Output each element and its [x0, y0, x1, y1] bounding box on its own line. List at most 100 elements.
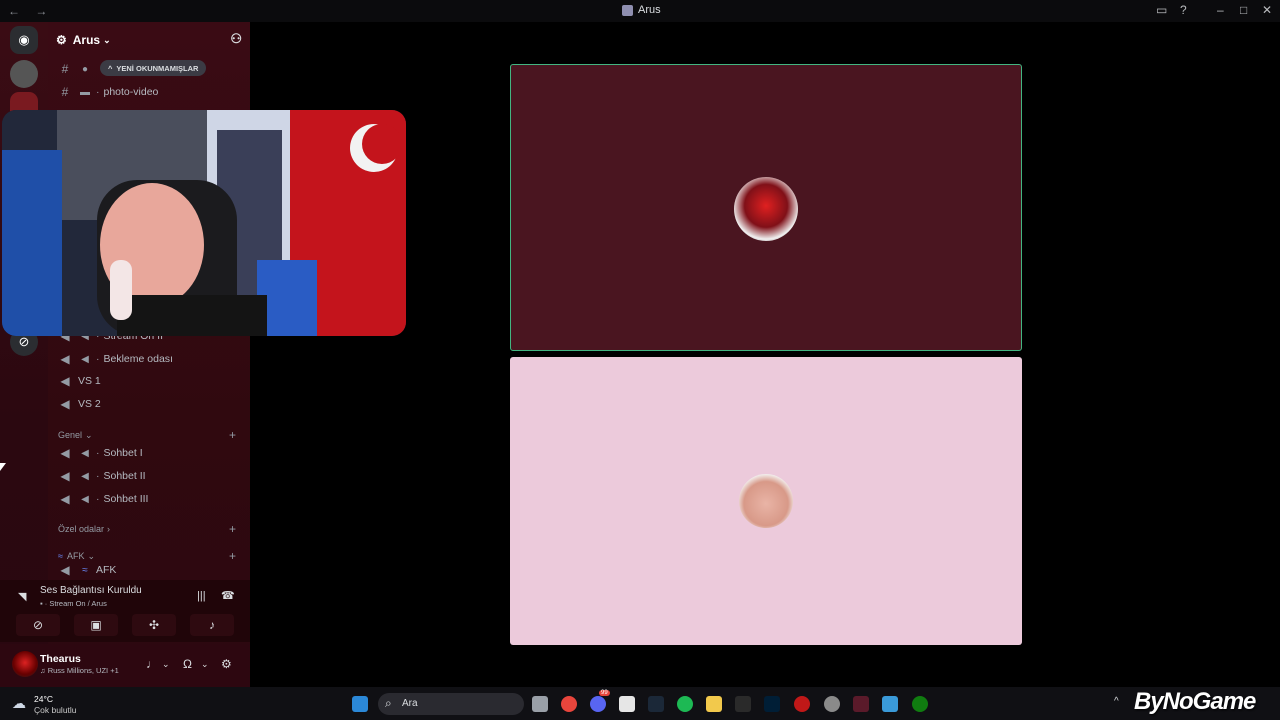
- user-panel: Thearus ♫ Russ Millions, UZI +1 ♩ ⌄ Ω ⌄ …: [0, 644, 250, 687]
- valorant-icon[interactable]: [853, 696, 869, 712]
- screen-share-icon: ▣: [90, 618, 102, 632]
- add-channel-icon[interactable]: +: [229, 428, 236, 442]
- separator-dot: ·: [96, 493, 100, 505]
- afk-icon: ≈: [82, 564, 88, 576]
- voice-channel-path: Stream On / Arus: [49, 599, 107, 608]
- category-afk[interactable]: ≈ AFK ⌄ +: [58, 549, 248, 563]
- file-explorer-icon[interactable]: [706, 696, 722, 712]
- discord-home-icon[interactable]: ◉: [10, 26, 38, 54]
- recording-app-icon[interactable]: [794, 696, 810, 712]
- signal-icon[interactable]: ◥: [18, 590, 26, 603]
- user-status-text: Russ Millions, UZI +1: [47, 666, 119, 675]
- chevron-down-icon: ⌄: [87, 550, 96, 561]
- epic-games-icon[interactable]: [735, 696, 751, 712]
- add-member-icon[interactable]: ⚇: [230, 31, 242, 47]
- inbox-icon[interactable]: ▭: [1156, 3, 1167, 17]
- help-icon[interactable]: ?: [1180, 3, 1187, 17]
- voice-status-subtitle[interactable]: ▪ · Stream On / Arus: [40, 599, 107, 608]
- user-status: ♫ Russ Millions, UZI +1: [40, 666, 119, 675]
- activities-button[interactable]: ✣: [132, 614, 176, 636]
- maximize-icon[interactable]: □: [1240, 3, 1247, 17]
- afk-icon: ≈: [58, 551, 63, 561]
- new-unreads-pill[interactable]: ^ YENİ OKUNMAMIŞLAR: [100, 60, 207, 76]
- steam-icon[interactable]: [648, 696, 664, 712]
- xbox-icon[interactable]: [912, 696, 928, 712]
- mouse-cursor: [0, 463, 6, 471]
- channel-name: photo-video: [103, 86, 159, 98]
- screen-share-button[interactable]: ▣: [74, 614, 118, 636]
- category-ozel[interactable]: Özel odalar › +: [58, 522, 248, 536]
- photoshop-icon[interactable]: [764, 696, 780, 712]
- capcut-icon[interactable]: [619, 696, 635, 712]
- add-channel-icon[interactable]: +: [229, 549, 236, 563]
- taskbar: ☁ 24°C Çok bulutlu ⌕ Ara 99 ^: [0, 687, 1280, 720]
- taskbar-search[interactable]: ⌕ Ara: [378, 693, 524, 715]
- hash-icon: #: [61, 85, 69, 99]
- weather-cloud-icon[interactable]: ☁: [12, 695, 26, 712]
- voice-channel[interactable]: ◀ ◀ · Bekleme odası: [58, 349, 248, 369]
- new-unreads-label: YENİ OKUNMAMIŞLAR: [116, 63, 199, 73]
- username: Thearus: [40, 653, 81, 665]
- window-title-text: Arus: [638, 4, 661, 16]
- channel-name: VS 1: [78, 375, 101, 387]
- webcam-feed-image: [2, 110, 406, 336]
- add-channel-icon[interactable]: +: [229, 522, 236, 536]
- camera-off-icon: ⊘: [32, 618, 44, 632]
- server-avatar[interactable]: [10, 60, 38, 88]
- noise-suppression-icon[interactable]: |||: [197, 590, 206, 602]
- photos-icon[interactable]: [882, 696, 898, 712]
- channel-name: AFK: [96, 564, 117, 576]
- category-label: Genel: [58, 430, 83, 440]
- close-icon[interactable]: ✕: [1262, 3, 1272, 17]
- voice-channel[interactable]: ◀ VS 2: [58, 394, 248, 414]
- voice-channel[interactable]: ◀ ◀ · Sohbet II: [58, 466, 248, 486]
- server-header[interactable]: ⚙ Arus ⌄ ⚇: [56, 30, 246, 50]
- voice-channel[interactable]: ◀ ◀ · Sohbet I: [58, 443, 248, 463]
- soundboard-button[interactable]: ♪: [190, 614, 234, 636]
- chrome-icon[interactable]: [561, 696, 577, 712]
- weather-description[interactable]: Çok bulutlu: [34, 705, 77, 715]
- window-titlebar: ← → Arus ▭ ? – □ ✕: [0, 0, 1280, 22]
- avatar: [739, 474, 793, 528]
- speaker-icon: ◀: [60, 492, 70, 506]
- spotify-icon[interactable]: [677, 696, 693, 712]
- soundboard-icon: ♪: [209, 618, 215, 632]
- text-channel[interactable]: # ▬ · photo-video: [58, 82, 248, 102]
- channel-name: Sohbet I: [103, 447, 143, 459]
- headphones-icon[interactable]: Ω: [183, 657, 192, 671]
- voice-channel[interactable]: ◀ VS 1: [58, 371, 248, 391]
- camera-toggle-button[interactable]: ⊘: [16, 614, 60, 636]
- voice-channel[interactable]: ◀ ◀ · Sohbet III: [58, 489, 248, 509]
- speaker-icon: ◀: [60, 564, 70, 576]
- weather-temperature[interactable]: 24°C: [34, 694, 53, 704]
- nav-arrows[interactable]: ← →: [8, 4, 53, 18]
- minimize-icon[interactable]: –: [1217, 3, 1224, 17]
- microphone-icon[interactable]: ♩: [146, 657, 158, 671]
- windows-start-icon[interactable]: [352, 696, 368, 712]
- voice-status-title: Ses Bağlantısı Kuruldu: [40, 585, 142, 596]
- participant-tile[interactable]: [510, 357, 1022, 645]
- separator-dot: ·: [96, 470, 100, 482]
- chevron-down-icon[interactable]: ⌄: [201, 659, 209, 670]
- category-label: Özel odalar: [58, 524, 105, 534]
- disconnect-icon[interactable]: ☎: [221, 589, 235, 602]
- speaker-icon: ◀: [60, 352, 70, 366]
- category-genel[interactable]: Genel ⌄ +: [58, 428, 248, 442]
- separator-dot: ·: [96, 86, 100, 98]
- channel-name: Sohbet III: [103, 493, 149, 505]
- speaker-icon: ◀: [60, 469, 70, 483]
- channel-name: Bekleme odası: [103, 353, 173, 365]
- voice-channel[interactable]: ◀ ≈ AFK: [58, 564, 248, 576]
- speaker-icon: ◀: [60, 374, 70, 388]
- discord-icon[interactable]: 99: [590, 690, 610, 712]
- chevron-down-icon[interactable]: ⌄: [162, 659, 170, 670]
- avatar[interactable]: [12, 651, 38, 677]
- settings-gear-icon[interactable]: ⚙: [221, 657, 232, 671]
- tray-chevron-up-icon[interactable]: ^: [1114, 696, 1119, 707]
- server-gear-icon: ⚙: [56, 33, 67, 47]
- task-view-icon[interactable]: [532, 696, 548, 712]
- participant-tile-speaking[interactable]: [510, 64, 1022, 351]
- notification-badge: 99: [599, 690, 610, 696]
- obs-icon[interactable]: [824, 696, 840, 712]
- camera-icon: ▬: [80, 86, 90, 98]
